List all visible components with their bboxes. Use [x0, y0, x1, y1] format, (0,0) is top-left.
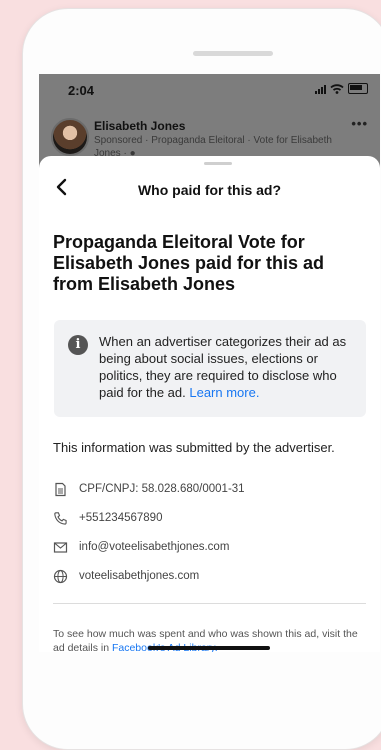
home-indicator[interactable]: [148, 646, 270, 650]
tax-id-text: CPF/CNPJ: 58.028.680/0001-31: [79, 483, 245, 495]
disclosure-text: When an advertiser categorizes their ad …: [99, 333, 361, 401]
website-text[interactable]: voteelisabethjones.com: [79, 570, 199, 582]
email-text[interactable]: info@voteelisabethjones.com: [79, 541, 229, 553]
detail-row-email: info@voteelisabethjones.com: [53, 538, 229, 556]
detail-row-phone: +551234567890: [53, 509, 162, 527]
ad-payer-headline: Propaganda Eleitoral Vote for Elisabeth …: [53, 232, 325, 294]
info-icon: i: [68, 335, 88, 355]
ad-info-sheet: Who paid for this ad? Propaganda Eleitor…: [39, 156, 380, 652]
disclosure-info-box: i When an advertiser categorizes their a…: [54, 320, 366, 417]
phone-speaker: [193, 51, 273, 56]
post-author[interactable]: Elisabeth Jones: [94, 119, 185, 133]
wifi-icon: [330, 83, 344, 94]
document-icon: [55, 482, 66, 496]
submitted-note: This information was submitted by the ad…: [53, 440, 335, 455]
status-icons: [315, 83, 368, 94]
sheet-title: Who paid for this ad?: [137, 182, 282, 198]
signal-icon: [315, 84, 326, 94]
divider: [53, 603, 366, 604]
phone-screen: 2:04 Elisabeth Jones Sponsored · Propaga…: [39, 74, 380, 652]
status-bar: 2:04: [39, 74, 380, 106]
sheet-grabber[interactable]: [204, 162, 232, 165]
phone-text[interactable]: +551234567890: [79, 512, 162, 524]
detail-row-website: voteelisabethjones.com: [53, 567, 199, 585]
learn-more-link[interactable]: Learn more.: [189, 385, 259, 400]
detail-row-tax-id: CPF/CNPJ: 58.028.680/0001-31: [53, 480, 245, 498]
phone-icon: [54, 511, 67, 525]
envelope-icon: [53, 541, 68, 553]
more-options-icon[interactable]: •••: [351, 116, 368, 131]
status-time: 2:04: [68, 83, 95, 98]
avatar[interactable]: [51, 118, 89, 156]
globe-icon: [53, 569, 68, 583]
battery-icon: [348, 83, 368, 94]
